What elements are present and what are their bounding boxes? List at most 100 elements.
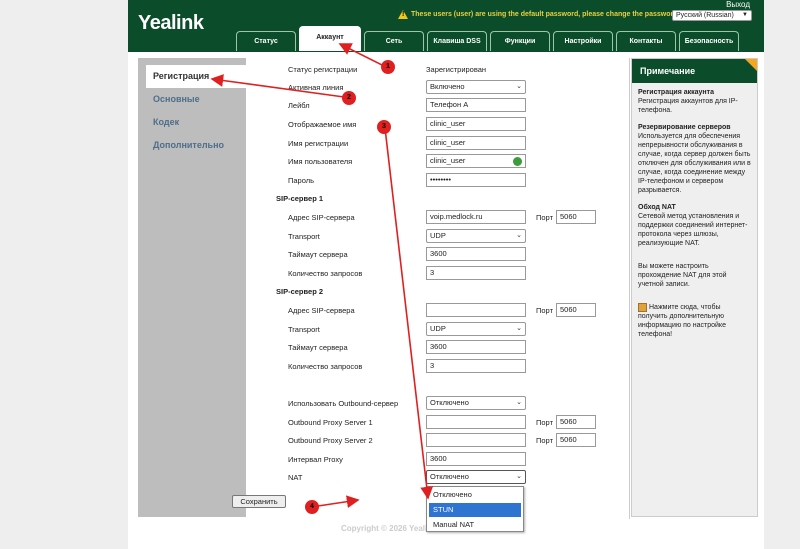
sip2-retry-label: Количество запросов xyxy=(288,362,363,371)
tab-account[interactable]: Аккаунт xyxy=(299,26,361,51)
note-heading: Резервирование серверов xyxy=(638,124,731,131)
proxy2-port-input[interactable]: 5060 xyxy=(556,433,596,447)
label-input[interactable]: Телефон А xyxy=(426,98,526,112)
sip2-timeout-label: Таймаут сервера xyxy=(288,343,348,352)
sidebar-item-basic[interactable]: Основные xyxy=(138,88,246,111)
display-name-label: Отображаемое имя xyxy=(288,120,357,129)
proxy1-port-input[interactable]: 5060 xyxy=(556,415,596,429)
sip1-transport-value: UDP xyxy=(430,231,446,240)
port-label: Порт xyxy=(536,306,554,315)
sip1-address-label: Адрес SIP-сервера xyxy=(288,213,355,222)
form-row: Статус регистрации Зарегистрирован xyxy=(246,60,630,78)
nat-option-disabled[interactable]: Отключено xyxy=(427,488,523,502)
sidebar-item-registration[interactable]: Регистрация xyxy=(146,65,246,88)
tab-network[interactable]: Сеть xyxy=(364,31,424,51)
sip1-address-input[interactable]: voip.medlock.ru xyxy=(426,210,526,224)
active-line-value: Включено xyxy=(430,82,465,91)
form-section: SIP-сервер 1 xyxy=(246,189,630,207)
form-section: SIP-сервер 2 xyxy=(246,282,630,300)
password-input[interactable]: •••••••• xyxy=(426,173,526,187)
sip2-address-input[interactable] xyxy=(426,303,526,317)
note-header: Примечание xyxy=(632,59,757,83)
tab-contacts[interactable]: Контакты xyxy=(616,31,676,51)
sip2-transport-label: Transport xyxy=(288,325,320,334)
password-label: Пароль xyxy=(288,176,315,185)
outbound-value: Отключено xyxy=(430,398,469,407)
form-row: Количество запросов 3 xyxy=(246,357,630,375)
chevron-down-icon: ⌄ xyxy=(516,232,522,239)
sip1-timeout-label: Таймаут сервера xyxy=(288,250,348,259)
form-row: Количество запросов 3 xyxy=(246,264,630,282)
warning-text: These users (user) are using the default… xyxy=(411,11,680,18)
username-label: Имя пользователя xyxy=(288,157,353,166)
nat-option-manual[interactable]: Manual NAT xyxy=(427,518,523,532)
sip2-timeout-input[interactable]: 3600 xyxy=(426,340,526,354)
sip1-retry-input[interactable]: 3 xyxy=(426,266,526,280)
sip1-transport-select[interactable]: UDP ⌄ xyxy=(426,229,526,243)
active-line-select[interactable]: Включено ⌄ xyxy=(426,80,526,94)
sidebar-item-codec[interactable]: Кодек xyxy=(138,111,246,134)
show-password-icon[interactable] xyxy=(513,157,522,166)
tab-status[interactable]: Статус xyxy=(236,31,296,51)
sip2-retry-input[interactable]: 3 xyxy=(426,359,526,373)
form-row: Transport UDP ⌄ xyxy=(246,320,630,338)
sip1-retry-label: Количество запросов xyxy=(288,269,363,278)
save-button[interactable]: Сохранить xyxy=(232,495,286,508)
form-row: Пароль •••••••• xyxy=(246,171,630,189)
chevron-down-icon: ⌄ xyxy=(516,325,522,332)
form-row: Использовать Outbound-сервер Отключено ⌄ xyxy=(246,394,630,412)
default-password-warning: ! These users (user) are using the defau… xyxy=(398,10,680,19)
proxy1-label: Outbound Proxy Server 1 xyxy=(288,418,373,427)
note-text: Сетевой метод установления и поддержки с… xyxy=(638,213,748,247)
annotation-badge-4: 4 xyxy=(305,500,319,514)
form-row: Таймаут сервера 3600 xyxy=(246,245,630,263)
form-row: Имя пользователя clinic_user xyxy=(246,152,630,170)
page: Yealink Выход ! These users (user) are u… xyxy=(128,0,764,549)
proxy1-input[interactable] xyxy=(426,415,526,429)
nat-option-stun[interactable]: STUN xyxy=(429,503,521,517)
note-text: Используется для обеспечения непрерывнос… xyxy=(638,133,751,194)
tab-settings[interactable]: Настройки xyxy=(553,31,613,51)
chevron-down-icon: ⌄ xyxy=(516,399,522,406)
outbound-label: Использовать Outbound-сервер xyxy=(288,399,399,408)
tab-security[interactable]: Безопасность xyxy=(679,31,739,51)
annotation-badge-3: 3 xyxy=(377,120,391,134)
outbound-select[interactable]: Отключено ⌄ xyxy=(426,396,526,410)
proxy-interval-label: Интервал Proxy xyxy=(288,455,343,464)
warning-icon: ! xyxy=(398,10,408,19)
form-row: Лейбл Телефон А xyxy=(246,96,630,114)
note-text: Регистрация аккаунтов для IP-телефона. xyxy=(638,98,738,114)
nat-dropdown-list: Отключено STUN Manual NAT xyxy=(426,486,524,532)
tab-features[interactable]: Функции xyxy=(490,31,550,51)
note-heading: Обход NAT xyxy=(638,204,676,211)
notepad-icon xyxy=(638,303,647,312)
tab-dss-key[interactable]: Клавиша DSS xyxy=(427,31,487,51)
sip2-transport-value: UDP xyxy=(430,324,446,333)
sip2-transport-select[interactable]: UDP ⌄ xyxy=(426,322,526,336)
help-link[interactable]: Нажмите сюда, чтобы получить дополнитель… xyxy=(638,304,726,338)
proxy-interval-input[interactable]: 3600 xyxy=(426,452,526,466)
sip1-transport-label: Transport xyxy=(288,232,320,241)
proxy2-label: Outbound Proxy Server 2 xyxy=(288,436,373,445)
note-heading: Регистрация аккаунта xyxy=(638,89,714,96)
logout-link[interactable]: Выход xyxy=(726,0,750,9)
proxy2-input[interactable] xyxy=(426,433,526,447)
sip1-port-input[interactable]: 5060 xyxy=(556,210,596,224)
active-line-label: Активная линия xyxy=(288,83,344,92)
sidebar-item-advanced[interactable]: Дополнительно xyxy=(138,134,246,157)
register-name-input[interactable]: clinic_user xyxy=(426,136,526,150)
sip2-port-input[interactable]: 5060 xyxy=(556,303,596,317)
sip1-timeout-input[interactable]: 3600 xyxy=(426,247,526,261)
registration-form: Статус регистрации Зарегистрирован Актив… xyxy=(246,58,630,519)
language-select[interactable]: Русский (Russian) ▼ xyxy=(672,10,752,21)
form-row: Адрес SIP-сервера Порт 5060 xyxy=(246,301,630,319)
username-input[interactable]: clinic_user xyxy=(426,154,526,168)
reg-status-value: Зарегистрирован xyxy=(426,65,487,74)
display-name-input[interactable]: clinic_user xyxy=(426,117,526,131)
label-label: Лейбл xyxy=(288,101,310,110)
nat-select[interactable]: Отключено ⌄ xyxy=(426,470,526,484)
form-row: Outbound Proxy Server 1 Порт 5060 xyxy=(246,413,630,431)
note-panel: Примечание Регистрация аккаунта Регистрац… xyxy=(631,58,758,517)
form-row: Transport UDP ⌄ xyxy=(246,227,630,245)
annotation-badge-1: 1 xyxy=(381,60,395,74)
